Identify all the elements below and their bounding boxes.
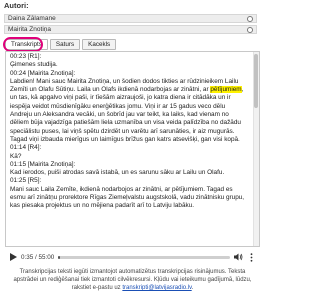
progress-fill	[58, 255, 61, 259]
timestamp-line: 00:24 [Mairita Znotiņa]:	[10, 69, 76, 77]
timestamp-line: 01:25 [R5]:	[10, 177, 42, 185]
transcript-panel[interactable]: 00:23 [R1]: Ģimenes studija. 00:24 [Mair…	[5, 51, 260, 247]
transcript-line: Kā?	[10, 152, 22, 160]
audio-player: 0:35 / 55:00	[5, 250, 260, 264]
authors-title: Autori:	[4, 1, 29, 10]
author-name: Mairita Znotiņa	[8, 26, 51, 33]
tab-saturs[interactable]: Saturs	[49, 39, 81, 50]
author-name: Daina Zālamane	[8, 15, 56, 22]
author-option-1[interactable]: Daina Zālamane	[4, 14, 257, 23]
timestamp-line: 00:23 [R1]:	[10, 53, 42, 60]
transcription-disclaimer: Transkripcijas teksti iegūti izmantojot …	[13, 269, 252, 291]
transcript-paragraph: Mani sauc Laila Zemīte, ikdienā nodarboj…	[10, 185, 245, 210]
progress-track[interactable]	[58, 255, 230, 259]
highlighted-word: pētījumiem	[210, 86, 242, 94]
more-options-icon[interactable]	[247, 252, 256, 262]
player-time: 0:35 / 55:00	[21, 253, 55, 261]
transcript-paragraph: Labdien! Mani sauc Mairita Znotiņa, un š…	[10, 77, 244, 143]
transcript-text: 00:23 [R1]: Ģimenes studija. 00:24 [Mair…	[6, 52, 251, 211]
play-icon[interactable]	[9, 253, 17, 262]
transcript-line: Ģimenes studija.	[10, 61, 58, 69]
volume-icon[interactable]	[234, 253, 243, 262]
transcript-scrollbar[interactable]	[253, 52, 259, 246]
scrollbar-thumb[interactable]	[254, 54, 258, 108]
radio-icon[interactable]	[247, 15, 253, 22]
annotation-circle	[3, 37, 43, 52]
transcript-paragraph: Kad ierodos, puiši atrodas savā istabā, …	[10, 169, 225, 177]
timestamp-line: 01:15 [Mairita Znotiņa]:	[10, 160, 76, 168]
timestamp-line: 01:14 [R4]:	[10, 144, 42, 152]
author-option-2[interactable]: Mairita Znotiņa	[4, 25, 257, 34]
contact-email-link[interactable]: transkripti@latvijasradio.lv	[122, 285, 191, 291]
radio-icon[interactable]	[247, 26, 253, 33]
tab-kacekls[interactable]: Kacekls	[82, 39, 117, 50]
